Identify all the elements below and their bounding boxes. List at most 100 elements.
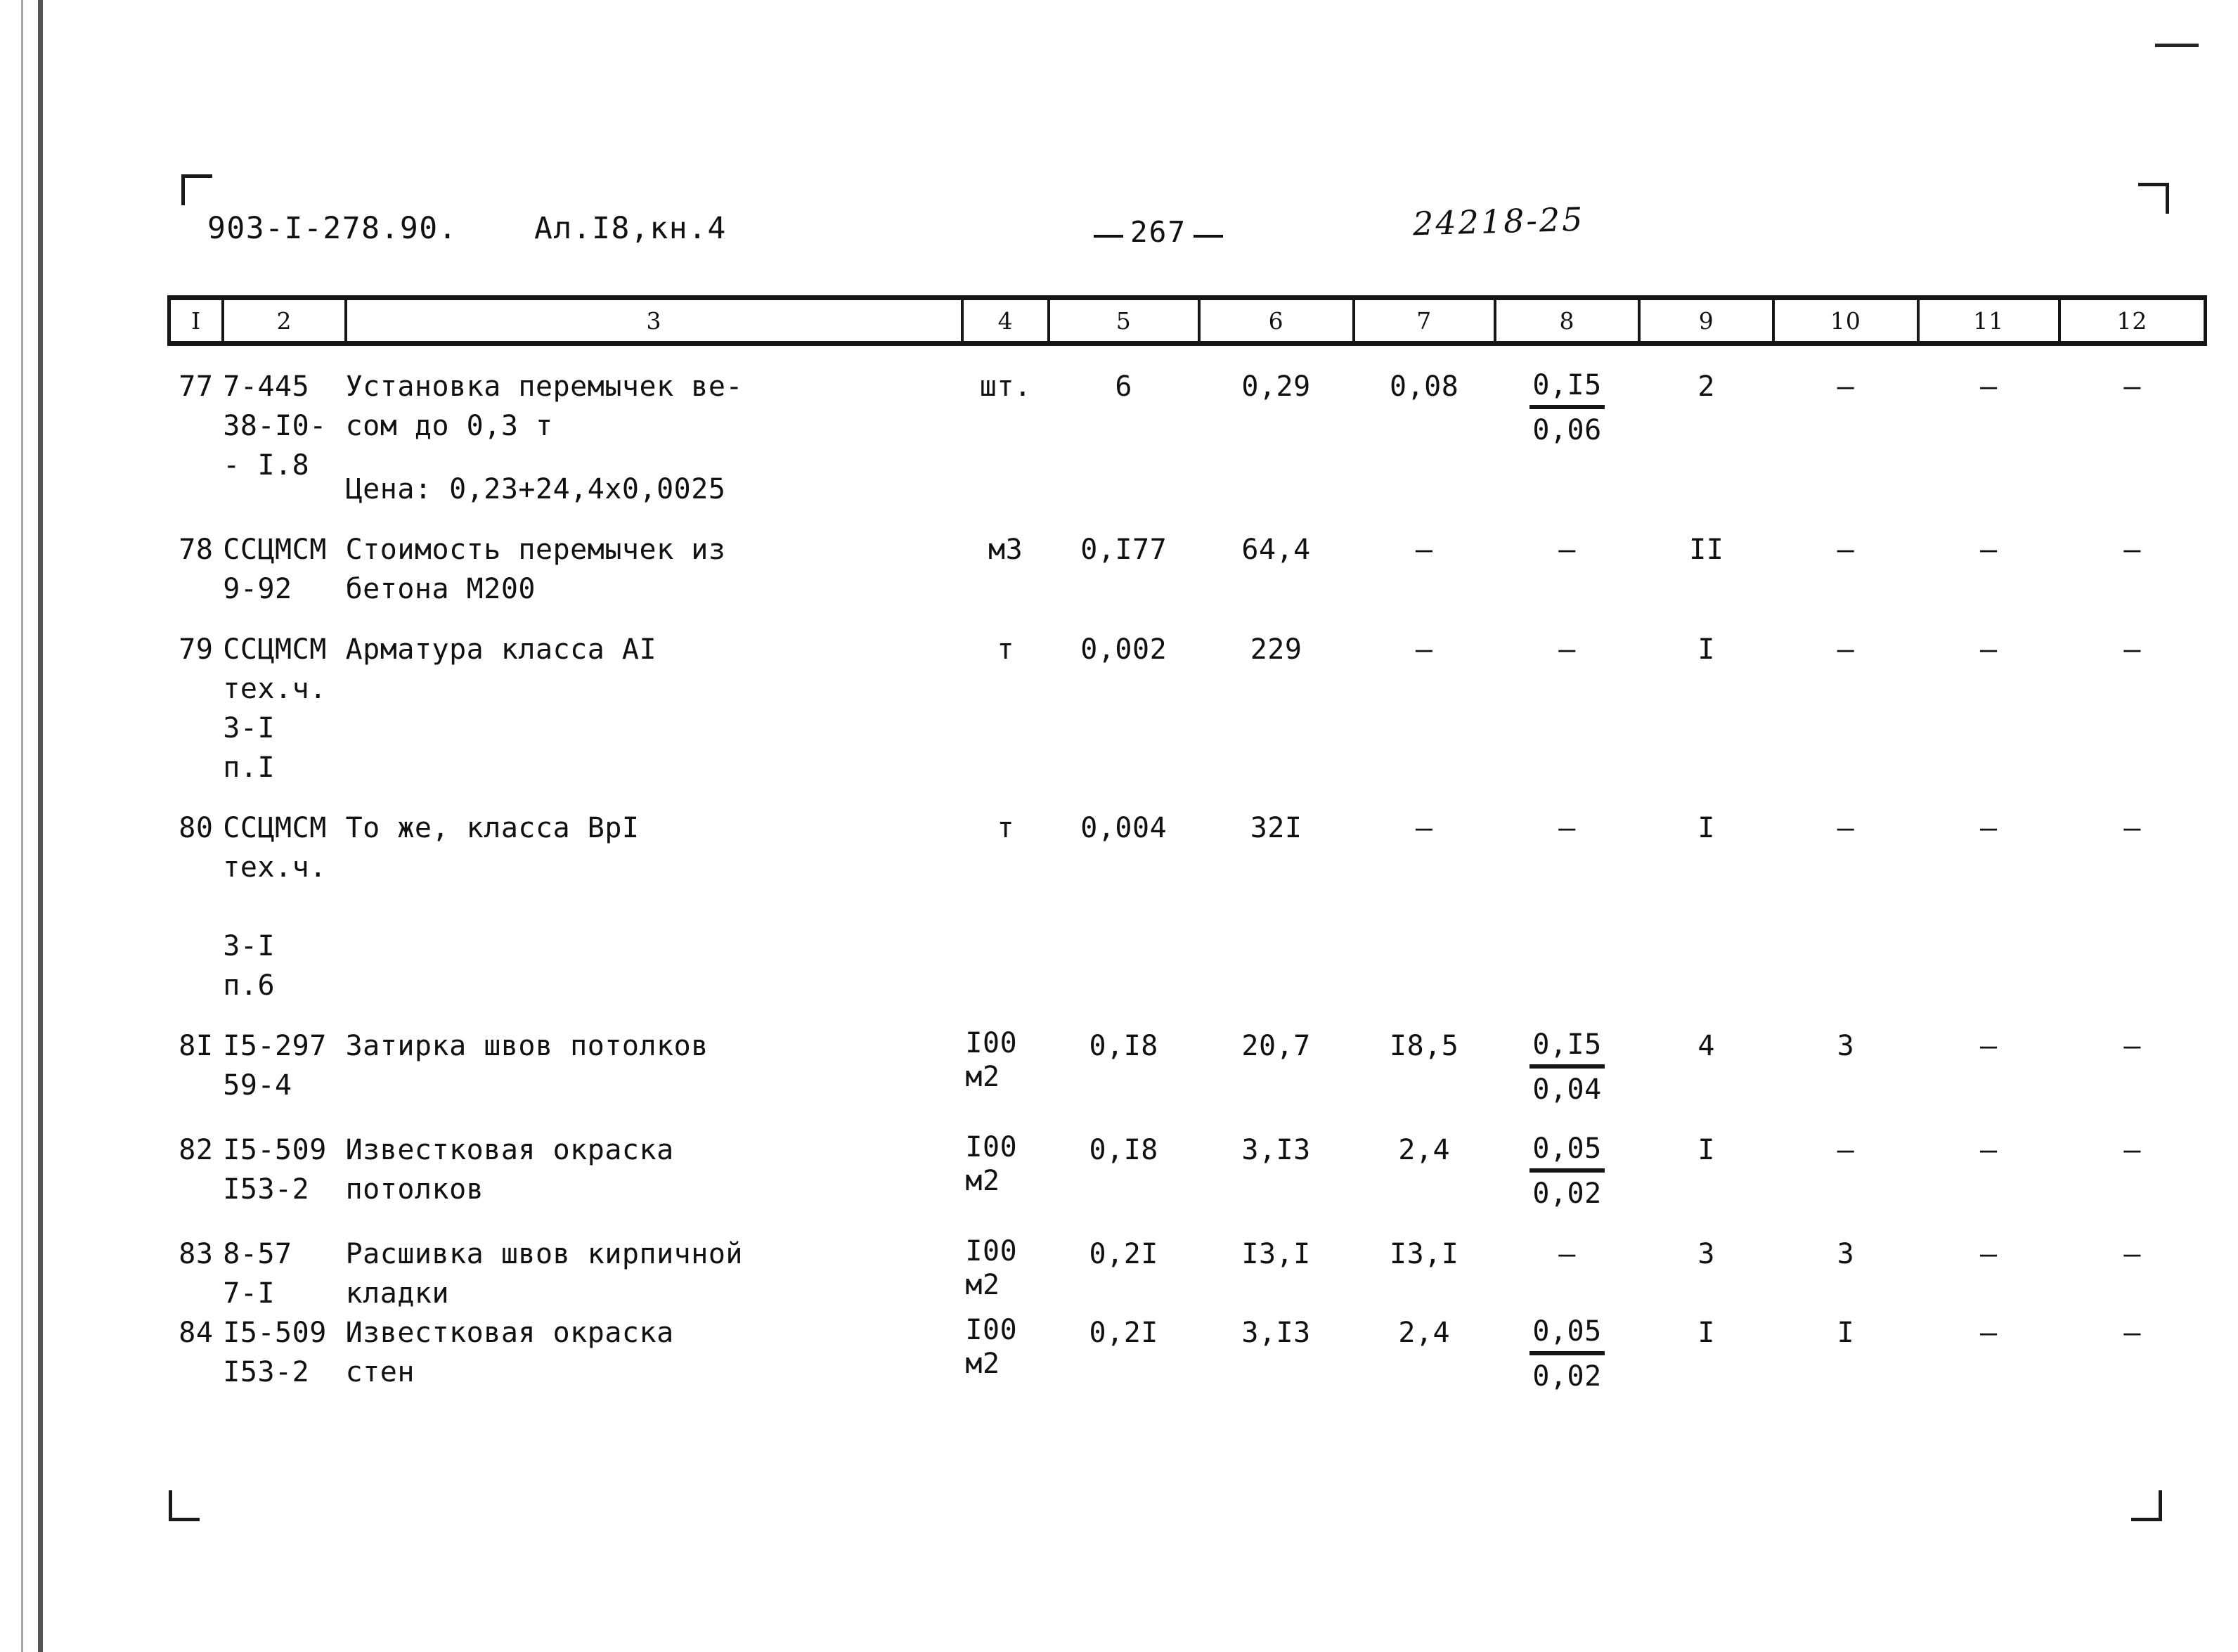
row-col8: – [1558, 1238, 1576, 1270]
page-number-block: 267 [1094, 215, 1224, 249]
table-row: 80 ССЦМСМ тех.ч. 3-I п.6 То же, класса В… [169, 808, 2206, 1005]
fraction-numerator: 0,I5 [1529, 367, 1605, 409]
fraction-denominator: 0,06 [1532, 414, 1602, 446]
row-col8: 0,05 0,02 [1495, 1313, 1639, 1396]
column-header-4: 4 [961, 295, 1049, 346]
row-code: 7-445 38-I0- - I.8 [223, 370, 327, 482]
fraction-value: 0,05 0,02 [1529, 1130, 1605, 1212]
row-col12: – [2123, 633, 2141, 666]
row-unit: I00 м2 [965, 1235, 1018, 1301]
fraction-value: 0,I5 0,04 [1529, 1026, 1605, 1108]
row-col5: 0,2I [1089, 1317, 1158, 1349]
row-code: ССЦМСМ тех.ч. 3-I п.I [223, 633, 327, 784]
row-col6: 0,29 [1241, 370, 1311, 403]
fraction-numerator: 0,05 [1529, 1313, 1605, 1355]
row-col11: – [1979, 370, 1998, 403]
fraction-denominator: 0,02 [1532, 1360, 1602, 1393]
row-code: I5-509 I53-2 [223, 1317, 327, 1388]
row-number: 79 [179, 633, 214, 666]
column-header-6: 6 [1197, 295, 1354, 346]
crop-mark-bottom-right [2131, 1490, 2162, 1521]
fraction-denominator: 0,02 [1532, 1177, 1602, 1210]
row-col11: – [1979, 1238, 1998, 1270]
table-row: 83 8-57 7-I Расшивка швов кирпичной клад… [169, 1234, 2206, 1313]
row-col10: – [1837, 534, 1855, 566]
row-col7: – [1415, 812, 1433, 844]
row-col5: 6 [1115, 370, 1132, 403]
document-header: 903-I-278.90. Ал.I8,кн.4 267 24218-25 [0, 200, 2238, 260]
row-unit: I00 м2 [965, 1314, 1018, 1380]
row-col12: – [2123, 1030, 2141, 1062]
specification-table: I 2 3 4 5 6 7 8 9 10 11 12 77 7-445 38-I… [167, 295, 2207, 1396]
row-col11: – [1979, 1317, 1998, 1349]
row-col5: 0,I8 [1089, 1134, 1158, 1166]
row-col12: – [2123, 812, 2141, 844]
row-col8: 0,I5 0,06 [1495, 367, 1639, 509]
row-unit: т [997, 812, 1014, 844]
page-number-rule-left [1094, 235, 1123, 238]
row-gap [169, 344, 2206, 368]
row-description: Известковая окраска стен [345, 1317, 674, 1388]
row-number: 78 [179, 534, 214, 566]
row-col11: – [1979, 1030, 1998, 1062]
row-col10: – [1837, 1134, 1855, 1166]
row-col6: 32I [1250, 812, 1302, 844]
crop-mark-bottom-left [169, 1490, 200, 1521]
row-col12: – [2123, 1134, 2141, 1166]
crop-mark-top-right [2138, 183, 2169, 214]
row-col9: 2 [1697, 370, 1716, 403]
table-row: 84 I5-509 I53-2 Известковая окраска стен… [169, 1313, 2206, 1396]
row-col7: 2,4 [1398, 1134, 1451, 1166]
row-col5: 0,002 [1080, 633, 1167, 666]
row-number: 80 [179, 812, 214, 844]
table-row: 79 ССЦМСМ тех.ч. 3-I п.I Арматура класса… [169, 630, 2206, 787]
row-description: Расшивка швов кирпичной кладки [345, 1238, 743, 1310]
row-col11: – [1979, 534, 1998, 566]
row-number: 84 [179, 1317, 214, 1349]
row-col5: 0,I77 [1080, 534, 1167, 566]
crop-mark-top-left [181, 174, 212, 205]
column-header-5: 5 [1047, 295, 1199, 346]
row-col9: 4 [1697, 1030, 1716, 1062]
fraction-value: 0,05 0,02 [1529, 1313, 1605, 1395]
row-unit: I00 м2 [965, 1131, 1018, 1197]
table-row: 78 ССЦМСМ 9-92 Стоимость перемычек из бе… [169, 530, 2206, 609]
column-header-3: 3 [344, 295, 963, 346]
row-col12: – [2123, 1317, 2141, 1349]
table-header-row: I 2 3 4 5 6 7 8 9 10 11 12 [167, 295, 2207, 346]
row-col8: 0,05 0,02 [1495, 1130, 1639, 1213]
row-col7: – [1415, 633, 1433, 666]
row-description: Известковая окраска потолков [345, 1134, 674, 1206]
column-header-11: 11 [1916, 295, 2059, 346]
column-header-1: I [167, 295, 224, 346]
row-col7: I3,I [1390, 1238, 1459, 1270]
row-code: I5-297 59-4 [223, 1030, 327, 1102]
row-col8: 0,I5 0,04 [1495, 1026, 1639, 1109]
row-number: 77 [179, 370, 214, 403]
column-header-12: 12 [2057, 295, 2207, 346]
row-col10: – [1837, 633, 1855, 666]
table-row: 8I I5-297 59-4 Затирка швов потолков I00… [169, 1026, 2206, 1109]
row-number: 83 [179, 1238, 214, 1270]
row-description: Затирка швов потолков [345, 1030, 709, 1062]
row-gap [169, 609, 2206, 630]
row-col6: 3,I3 [1241, 1317, 1311, 1349]
row-col7: 0,08 [1390, 370, 1459, 403]
row-code: ССЦМСМ 9-92 [223, 534, 327, 605]
row-col5: 0,004 [1080, 812, 1167, 844]
row-col9: I [1697, 812, 1716, 844]
row-number: 82 [179, 1134, 214, 1166]
row-code: 8-57 7-I [223, 1238, 292, 1310]
row-col11: – [1979, 812, 1998, 844]
row-gap [169, 1005, 2206, 1026]
row-col11: – [1979, 1134, 1998, 1166]
page-number-rule-right [1194, 235, 1224, 238]
row-unit: т [997, 633, 1014, 666]
row-col7: I8,5 [1390, 1030, 1459, 1062]
row-col6: I3,I [1241, 1238, 1311, 1270]
column-header-7: 7 [1352, 295, 1495, 346]
row-col6: 3,I3 [1241, 1134, 1311, 1166]
row-col10: – [1837, 370, 1855, 403]
row-unit: I00 м2 [965, 1027, 1018, 1093]
row-col10: 3 [1837, 1238, 1855, 1270]
